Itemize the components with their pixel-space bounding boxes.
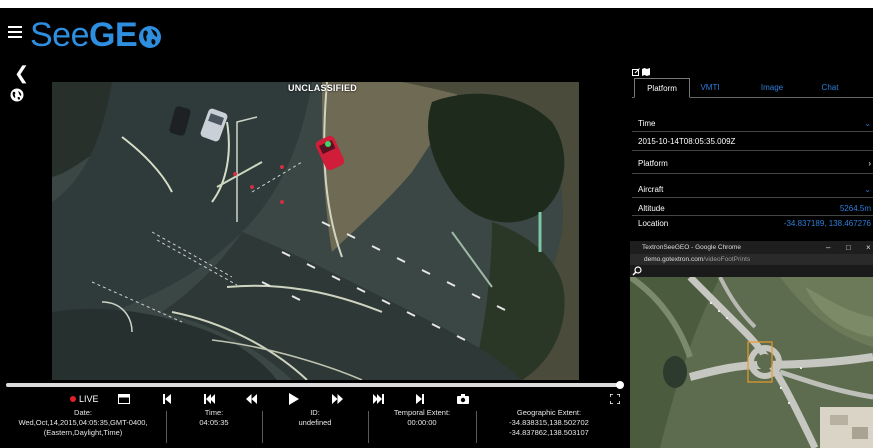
classification-banner: UNCLASSIFIED — [288, 83, 357, 93]
time-value: 04:05:35 — [199, 418, 229, 427]
altitude-label: Altitude — [638, 204, 665, 213]
panel-toolbar — [632, 68, 650, 76]
live-label: LIVE — [79, 394, 99, 404]
footprint-map[interactable] — [630, 277, 873, 448]
divider — [632, 173, 873, 174]
progress-knob[interactable] — [616, 381, 624, 389]
date-meta: Date: Wed,Oct,14,2015,04:05:35,GMT-0400,… — [0, 408, 166, 438]
tab-vmti[interactable]: VMTI — [690, 78, 730, 98]
panel-tabs: Platform VMTI Image Chat — [632, 78, 873, 98]
browser-popup-window: TextronSeeGEO - Google Chrome – □ × demo… — [630, 241, 873, 448]
browser-title-bar: TextronSeeGEO - Google Chrome – □ × — [630, 241, 873, 254]
logo-text-see: See — [30, 16, 90, 54]
chevron-down-icon[interactable]: ⌄ — [864, 119, 871, 128]
close-icon[interactable]: × — [866, 241, 871, 254]
url-path: /videoFootPrints — [703, 256, 751, 263]
play-icon[interactable] — [289, 392, 299, 406]
location-value: -34.837189, 138.467276 — [783, 219, 871, 228]
chevron-left-icon[interactable]: ❮ — [14, 64, 29, 82]
altitude-row: Altitude 5264.5m — [638, 204, 873, 213]
url-host: demo.gotextron.com — [644, 256, 704, 263]
video-progress-bar[interactable] — [6, 381, 624, 389]
metadata-panel: Platform VMTI Image Chat Time ⌄ 2015-10-… — [630, 66, 873, 244]
geo-value-line2: -34.837862,138.503107 — [509, 428, 589, 437]
live-dot-icon — [70, 396, 76, 402]
divider — [632, 215, 873, 216]
meta-divider — [476, 411, 477, 443]
fast-forward-icon[interactable] — [332, 392, 343, 406]
geo-label: Geographic Extent: — [516, 408, 582, 417]
skip-forward-icon[interactable] — [373, 392, 384, 406]
live-indicator[interactable]: LIVE — [70, 394, 99, 404]
temporal-label: Temporal Extent: — [393, 408, 451, 417]
platform-row[interactable]: Platform › — [638, 159, 873, 168]
tab-chat[interactable]: Chat — [810, 78, 850, 98]
skip-start-icon[interactable] — [163, 392, 171, 406]
browser-address-bar[interactable]: demo.gotextron.com/videoFootPrints — [630, 254, 873, 265]
map-icon[interactable] — [642, 68, 650, 76]
rewind-icon[interactable] — [246, 392, 257, 406]
video-player[interactable] — [52, 82, 579, 380]
time-meta: Time: 04:05:35 — [166, 408, 262, 428]
maximize-icon[interactable]: □ — [846, 241, 851, 254]
main-stage: SeeGE ❮ UNCLASSIFIED LIVE Date: Wed,Oct,… — [0, 8, 873, 448]
seegeo-logo: SeeGE — [30, 15, 163, 55]
id-value: undefined — [298, 418, 332, 427]
time-row[interactable]: Time ⌄ — [638, 119, 873, 128]
logo-text-geo: GE — [89, 16, 138, 54]
tab-platform[interactable]: Platform — [634, 78, 690, 98]
time-label: Time: — [204, 408, 224, 417]
minimize-icon[interactable]: – — [826, 241, 830, 254]
camera-icon[interactable] — [457, 392, 469, 406]
app-root: SeeGE ❮ UNCLASSIFIED LIVE Date: Wed,Oct,… — [0, 0, 873, 448]
browser-title: TextronSeeGEO - Google Chrome — [642, 244, 741, 251]
zoom-search-icon[interactable] — [632, 266, 642, 276]
skip-end-icon[interactable] — [416, 392, 424, 406]
logo-globe-icon — [139, 26, 162, 48]
location-label: Location — [638, 219, 669, 228]
id-meta: ID: undefined — [262, 408, 368, 428]
chevron-down-icon[interactable]: ⌄ — [864, 185, 871, 194]
id-label: ID: — [310, 408, 320, 417]
browser-toolbar — [630, 265, 873, 277]
globe-icon[interactable] — [10, 88, 24, 107]
chevron-right-icon[interactable]: › — [868, 159, 871, 168]
time-value-row: 2015-10-14T08:05:35.009Z — [638, 137, 873, 146]
progress-fill — [6, 383, 620, 387]
geographic-meta: Geographic Extent: -34.838315,138.502702… — [478, 408, 620, 438]
time-row-label: Time — [638, 119, 656, 128]
platform-row-label: Platform — [638, 159, 668, 168]
date-label: Date: — [74, 408, 92, 417]
location-row: Location -34.837189, 138.467276 — [638, 219, 873, 228]
divider — [632, 197, 873, 198]
temporal-meta: Temporal Extent: 00:00:00 — [368, 408, 476, 428]
fullscreen-icon[interactable] — [610, 392, 620, 406]
date-value-line2: (Eastern,Daylight,Time) — [43, 428, 123, 437]
altitude-value: 5264.5m — [839, 204, 871, 213]
tab-image[interactable]: Image — [752, 78, 792, 98]
aircraft-row[interactable]: Aircraft ⌄ — [638, 185, 873, 194]
temporal-value: 00:00:00 — [407, 418, 437, 427]
time-row-value: 2015-10-14T08:05:35.009Z — [638, 137, 736, 146]
window-icon[interactable] — [118, 392, 130, 406]
divider — [632, 131, 873, 132]
date-value-line1: Wed,Oct,14,2015,04:05:35,GMT-0400, — [18, 418, 148, 427]
aircraft-row-label: Aircraft — [638, 185, 664, 194]
edit-icon[interactable] — [632, 68, 640, 76]
skip-back-icon[interactable] — [204, 392, 215, 406]
hamburger-menu-icon[interactable] — [8, 26, 22, 38]
geo-value-line1: -34.838315,138.502702 — [509, 418, 589, 427]
divider — [632, 150, 873, 151]
